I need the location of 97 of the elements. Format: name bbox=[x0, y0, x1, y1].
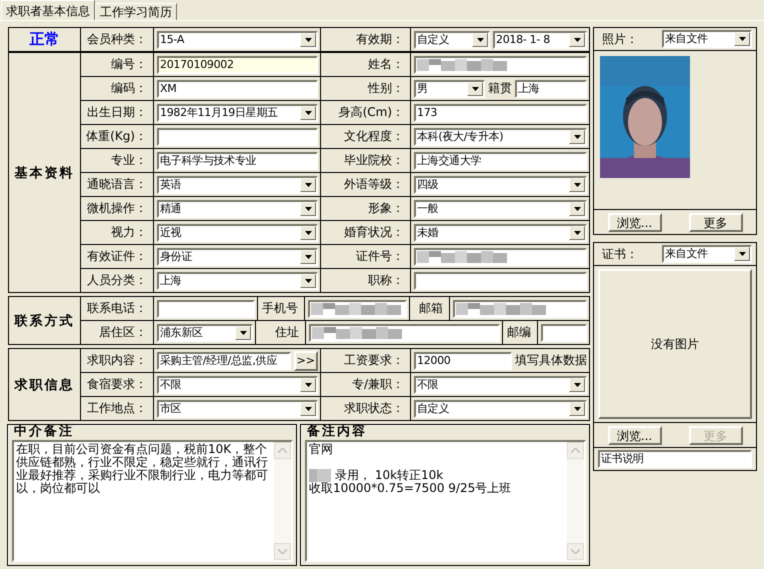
field-label: 籍贯 bbox=[488, 80, 512, 97]
input-field[interactable] bbox=[414, 248, 587, 266]
input-field[interactable] bbox=[308, 300, 407, 318]
field-label: 专业： bbox=[111, 152, 147, 169]
status-text: 正常 bbox=[30, 30, 60, 49]
field-label: 职称： bbox=[368, 272, 404, 289]
field-label: 视力： bbox=[111, 224, 147, 241]
field-label: 有效证件： bbox=[87, 248, 147, 265]
panel-button[interactable]: 浏览... bbox=[608, 426, 662, 444]
dropdown[interactable]: 自定义 bbox=[414, 400, 587, 418]
input-field[interactable]: 12000 bbox=[414, 352, 512, 370]
input-field[interactable] bbox=[414, 272, 587, 290]
dropdown[interactable]: 不限 bbox=[414, 376, 587, 394]
dropdown[interactable]: 浦东新区 bbox=[157, 324, 253, 342]
input-field[interactable] bbox=[157, 300, 255, 318]
field-label: 照片： bbox=[602, 30, 639, 48]
text-area[interactable]: 在职，目前公司资金有点问题，税前10K，整个供应链都熟，行业不限定，稳定些就行，通讯行业最好推荐，采购行业不限制行业，电力等都可以，岗位都可以 bbox=[12, 440, 293, 562]
dropdown[interactable]: 不限 bbox=[157, 376, 318, 394]
field-label: 证书： bbox=[602, 246, 639, 262]
note-text: 收取10000*0.75=7500 9/25号上班 bbox=[309, 482, 512, 495]
dropdown[interactable]: 四级 bbox=[414, 176, 587, 194]
note-text: 录用， 10k转正10k bbox=[335, 469, 444, 482]
input-field[interactable]: 上海交通大学 bbox=[414, 152, 587, 170]
field-label: 外语等级： bbox=[344, 176, 404, 193]
field-label: 微机操作： bbox=[87, 200, 147, 217]
field-label: 专/兼职： bbox=[352, 376, 404, 393]
note-text: 官网 bbox=[309, 443, 334, 456]
field-label: 性别： bbox=[368, 80, 404, 97]
input-field[interactable] bbox=[414, 56, 587, 74]
input-field[interactable] bbox=[157, 128, 318, 146]
field-label: 通晓语言： bbox=[87, 176, 147, 193]
dropdown[interactable]: 近视 bbox=[157, 224, 318, 242]
empty-image-text: 没有图片 bbox=[651, 336, 699, 352]
dropdown[interactable]: 英语 bbox=[157, 176, 318, 194]
input-field[interactable]: 证书说明 bbox=[598, 450, 752, 468]
dropdown[interactable]: 市区 bbox=[157, 400, 318, 418]
field-label: 手机号 bbox=[262, 300, 298, 317]
date-picker[interactable]: 2018- 1- 8 bbox=[493, 30, 587, 48]
dropdown[interactable]: 来自文件 bbox=[662, 30, 752, 48]
field-label: 工资要求： bbox=[344, 352, 404, 369]
field-label: 证件号： bbox=[356, 248, 404, 265]
field-label: 编号： bbox=[111, 56, 147, 73]
field-label: 会员种类： bbox=[87, 31, 147, 48]
field-label: 有效期： bbox=[356, 31, 404, 48]
section-title: 联系方式 bbox=[14, 312, 74, 330]
dropdown[interactable]: 精通 bbox=[157, 200, 318, 218]
input-field[interactable]: 采购主管/经理/总监,供应 bbox=[157, 352, 291, 370]
text-area[interactable]: 官网 录用， 10k转正10k 收取10000*0.75=7500 9/25号上班 bbox=[305, 440, 586, 562]
input-field[interactable] bbox=[541, 324, 587, 342]
panel-button[interactable]: 浏览... bbox=[608, 212, 662, 232]
input-field[interactable]: 电子科学与技术专业 bbox=[157, 152, 318, 170]
field-label: 形象： bbox=[368, 200, 404, 217]
field-label: 毕业院校： bbox=[344, 152, 404, 169]
dropdown[interactable]: 男 bbox=[414, 80, 485, 98]
more-button[interactable]: >> bbox=[294, 350, 318, 370]
tab[interactable]: 工作学习简历 bbox=[95, 3, 177, 20]
dropdown[interactable]: 本科(夜大/专升本) bbox=[414, 128, 587, 146]
input-field[interactable]: XM bbox=[157, 80, 318, 98]
input-field[interactable]: 上海 bbox=[515, 80, 587, 98]
dropdown[interactable]: 上海 bbox=[157, 272, 318, 290]
hint-text: 填写具体数据 bbox=[515, 352, 587, 369]
section-title: 求职信息 bbox=[14, 376, 74, 394]
input-field[interactable] bbox=[453, 300, 587, 318]
field-label: 姓名： bbox=[368, 56, 404, 73]
field-label: 居住区： bbox=[99, 324, 147, 341]
note-text: 在职，目前公司资金有点问题，税前10K，整个供应链都熟，行业不限定，稳定些就行，通讯行业最好推荐，采购行业不限制行业，电力等都可以，岗位都可以 bbox=[16, 443, 269, 495]
blurred-text-drawing bbox=[309, 469, 331, 482]
dropdown[interactable]: 1982年11月19日星期五 bbox=[157, 104, 318, 122]
field-label: 求职内容： bbox=[87, 352, 147, 369]
input-field[interactable]: 173 bbox=[414, 104, 587, 122]
field-label: 求职状态： bbox=[344, 400, 404, 417]
input-field[interactable] bbox=[309, 324, 500, 342]
dropdown[interactable]: 身份证 bbox=[157, 248, 318, 266]
tab[interactable]: 求职者基本信息 bbox=[1, 0, 95, 20]
input-field[interactable]: 20170109002 bbox=[157, 56, 318, 74]
dropdown[interactable]: 自定义 bbox=[414, 30, 490, 48]
dropdown[interactable]: 来自文件 bbox=[662, 245, 752, 263]
group-title: 中介备注 bbox=[14, 425, 74, 439]
panel-button[interactable]: 更多 bbox=[688, 212, 742, 232]
field-label: 联系电话： bbox=[87, 300, 147, 317]
field-label: 邮箱 bbox=[419, 300, 443, 317]
field-label: 文化程度： bbox=[344, 128, 404, 145]
field-label: 婚育状况： bbox=[344, 224, 404, 241]
group-title: 备注内容 bbox=[307, 425, 367, 439]
section-title: 基本资料 bbox=[14, 164, 74, 182]
field-label: 身高(Cm)： bbox=[338, 104, 404, 121]
field-label: 出生日期： bbox=[87, 104, 147, 121]
field-label: 编码： bbox=[111, 80, 147, 97]
field-label: 体重(Kg)： bbox=[86, 128, 147, 145]
dropdown[interactable]: 一般 bbox=[414, 200, 587, 218]
field-label: 邮编 bbox=[507, 324, 531, 341]
field-label: 食宿要求： bbox=[87, 376, 147, 393]
field-label: 人员分类： bbox=[87, 272, 147, 289]
dropdown[interactable]: 15-A bbox=[157, 30, 318, 48]
dropdown[interactable]: 未婚 bbox=[414, 224, 587, 242]
field-label: 住址 bbox=[275, 324, 299, 341]
field-label: 工作地点： bbox=[87, 400, 147, 417]
